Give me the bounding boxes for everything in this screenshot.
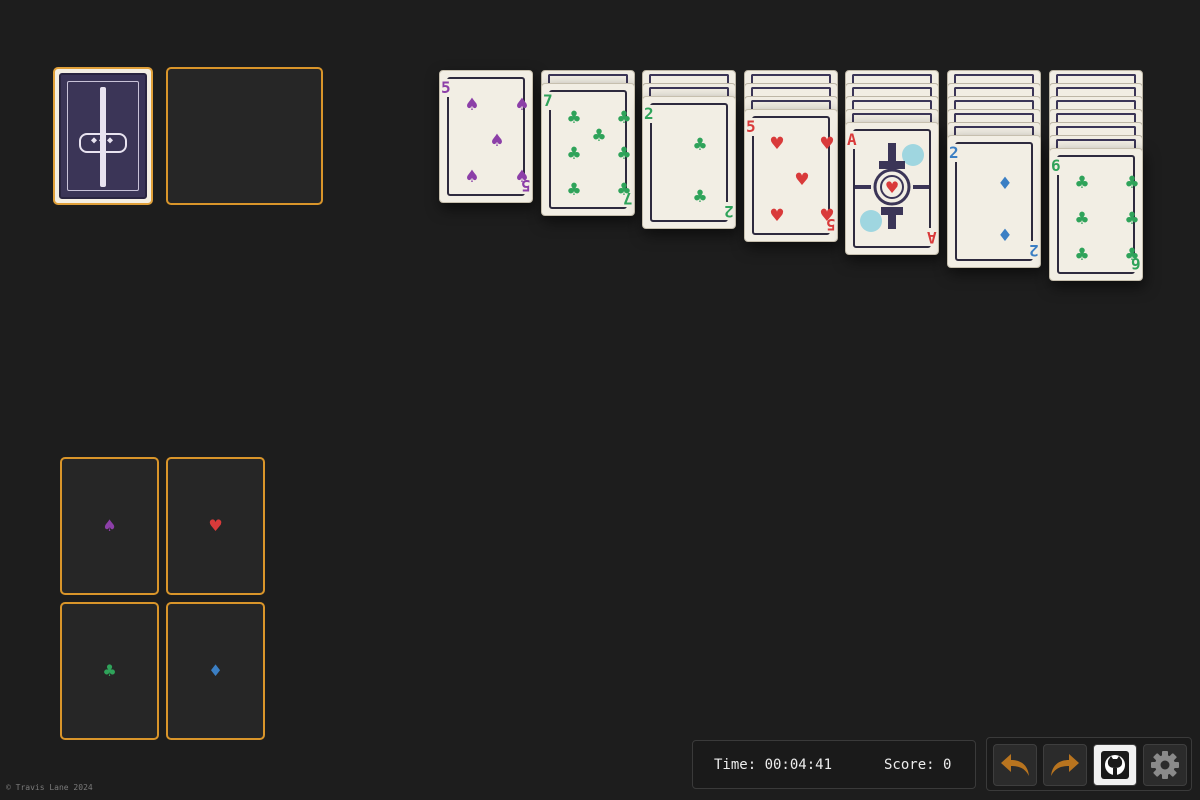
playing-card[interactable]: 2 2 ♦ ♦ <box>947 135 1041 268</box>
svg-text:♥: ♥ <box>885 178 899 197</box>
playing-card[interactable]: 6 6 ♣ ♣ ♣ ♣ ♣ ♣ <box>1049 148 1143 281</box>
card-pips: ♣ ♣ ♣ ♣ ♣ ♣ ♣ <box>552 96 631 203</box>
toolbar <box>986 737 1192 791</box>
card-rank: 2 <box>724 202 734 221</box>
suit-pip: ♠ <box>514 95 530 115</box>
suit-pip: ♣ <box>616 144 632 164</box>
suit-pip: ♥ <box>794 170 810 190</box>
suit-pip: ♣ <box>692 187 708 207</box>
suit-pip: ♠ <box>489 131 505 151</box>
card-pips: ♥ ♥ ♥ ♥ ♥ <box>755 122 834 229</box>
timer-display: Time: 00:04:41 <box>714 757 833 773</box>
suit-pip: ♦ <box>997 174 1013 194</box>
suit-pip: ♣ <box>566 144 582 164</box>
suit-pip: ♥ <box>819 134 835 154</box>
foundation-spades[interactable]: ♠ <box>60 457 159 595</box>
card-pips: ♥ <box>855 135 929 242</box>
card-pips: ♦ ♦ <box>958 148 1030 255</box>
settings-button[interactable] <box>1143 744 1187 786</box>
suit-pip: ♣ <box>1074 173 1090 193</box>
card-back-art: ◆◆◆ <box>59 73 147 199</box>
suit-pip: ♠ <box>514 167 530 187</box>
spade-icon: ♠ <box>102 516 117 535</box>
suit-pip: ♣ <box>591 126 607 146</box>
suit-pip: ♣ <box>1124 209 1140 229</box>
playing-card[interactable]: 5 5 ♥ ♥ ♥ ♥ ♥ <box>744 109 838 242</box>
suit-pip: ♣ <box>1074 245 1090 265</box>
github-button[interactable] <box>1093 744 1137 786</box>
suit-pip: ♠ <box>464 95 480 115</box>
score-display: Score: 0 <box>884 757 952 773</box>
foundation-clubs[interactable]: ♣ <box>60 602 159 740</box>
suit-pip: ♠ <box>464 167 480 187</box>
card-pips: ♣ ♣ ♣ ♣ ♣ ♣ <box>1060 161 1139 268</box>
suit-pip: ♣ <box>1074 209 1090 229</box>
card-pips: ♠ ♠ ♠ ♠ ♠ <box>450 83 529 190</box>
ace-art: ♥ <box>855 137 929 241</box>
github-icon <box>1101 751 1129 779</box>
suit-pip: ♥ <box>819 206 835 226</box>
suit-pip: ♥ <box>769 206 785 226</box>
suit-pip: ♣ <box>616 108 632 128</box>
copyright-credit: © Travis Lane 2024 <box>6 783 93 792</box>
undo-icon <box>1001 754 1029 776</box>
waste-pile[interactable] <box>166 67 323 205</box>
gear-icon <box>1151 751 1179 779</box>
suit-pip: ♣ <box>1124 173 1140 193</box>
suit-pip: ♦ <box>997 226 1013 246</box>
status-panel: Time: 00:04:41 Score: 0 <box>692 740 976 789</box>
suit-pip: ♣ <box>616 180 632 200</box>
diamond-icon: ♦ <box>208 661 223 680</box>
undo-button[interactable] <box>993 744 1037 786</box>
club-icon: ♣ <box>102 661 117 680</box>
foundation-hearts[interactable]: ♥ <box>166 457 265 595</box>
suit-pip: ♣ <box>692 135 708 155</box>
card-rank: 2 <box>1029 241 1039 260</box>
playing-card[interactable]: 5 5 ♠ ♠ ♠ ♠ ♠ <box>439 70 533 203</box>
stock-pile[interactable]: ◆◆◆ <box>53 67 153 205</box>
heart-icon: ♥ <box>208 516 223 535</box>
suit-pip: ♣ <box>1124 245 1140 265</box>
card-pips: ♣ ♣ <box>653 109 725 216</box>
redo-button[interactable] <box>1043 744 1087 786</box>
suit-pip: ♣ <box>566 180 582 200</box>
suit-pip: ♣ <box>566 108 582 128</box>
foundation-diamonds[interactable]: ♦ <box>166 602 265 740</box>
playing-card[interactable]: 7 7 ♣ ♣ ♣ ♣ ♣ ♣ ♣ <box>541 83 635 216</box>
redo-icon <box>1051 754 1079 776</box>
playing-card[interactable]: A A ♥ <box>845 122 939 255</box>
playing-card[interactable]: 2 2 ♣ ♣ <box>642 96 736 229</box>
suit-pip: ♥ <box>769 134 785 154</box>
